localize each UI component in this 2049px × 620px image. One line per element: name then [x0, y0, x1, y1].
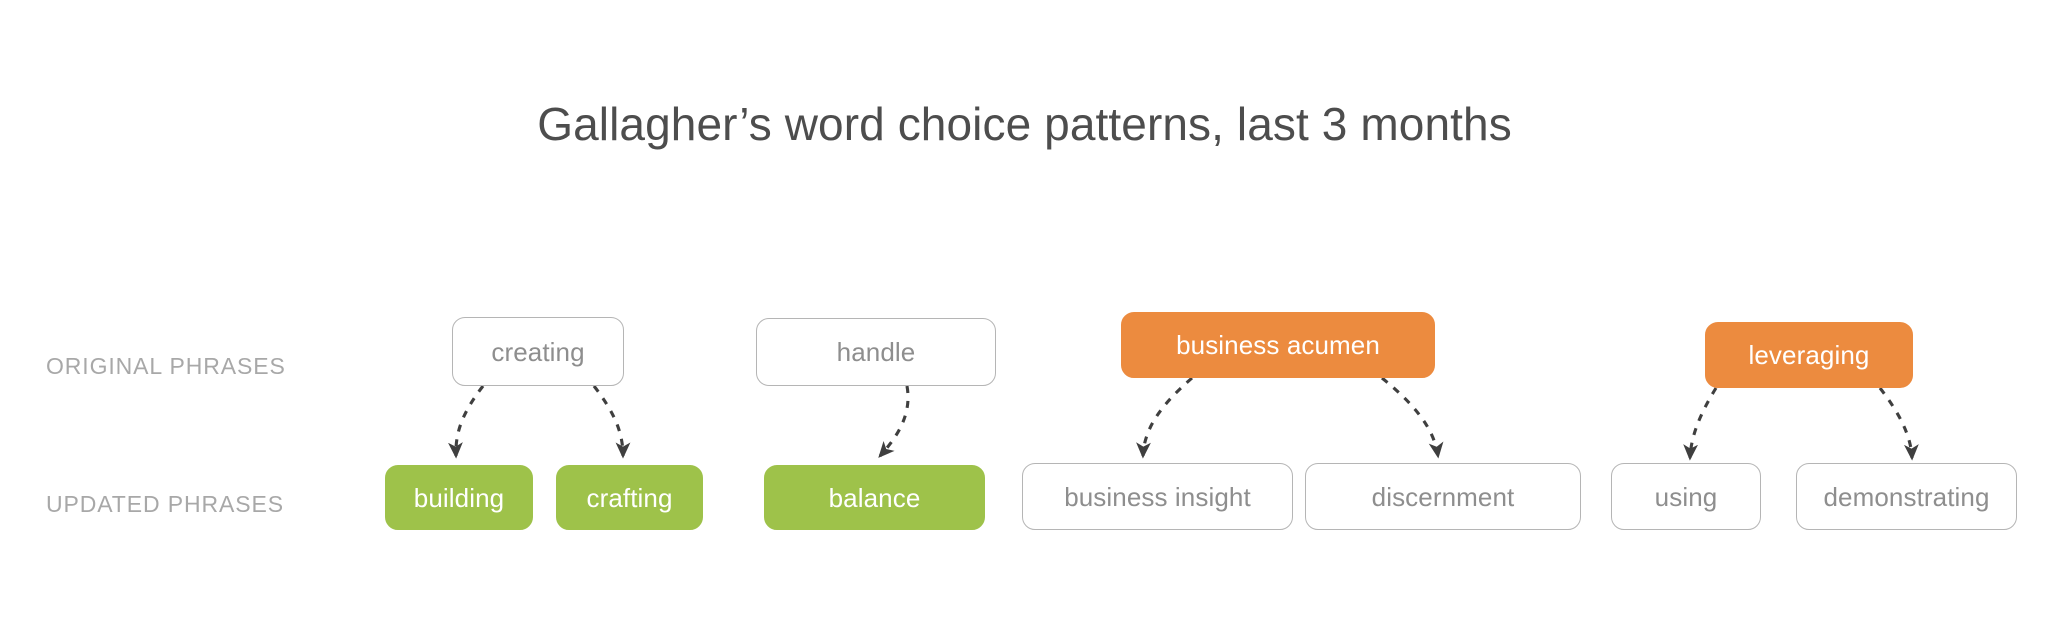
node-building[interactable]: building	[385, 465, 533, 530]
row-label-updated-phrases: UPDATED PHRASES	[46, 491, 285, 517]
node-business-insight-label: business insight	[1064, 481, 1251, 512]
node-business-insight[interactable]: business insight	[1022, 463, 1293, 530]
page-title: Gallagher’s word choice patterns, last 3…	[537, 98, 1512, 150]
node-balance-label: balance	[828, 482, 921, 513]
arrow-business-acumen-to-business-insight	[1136, 376, 1194, 459]
node-using-label: using	[1654, 481, 1718, 512]
node-crafting-label: crafting	[586, 482, 673, 513]
node-leveraging-label: leveraging	[1748, 340, 1870, 370]
arrow-creating-to-crafting	[592, 385, 631, 459]
node-discernment-label: discernment	[1371, 481, 1515, 512]
node-building-label: building	[413, 482, 505, 513]
node-handle-label: handle	[836, 337, 916, 367]
node-balance[interactable]: balance	[764, 465, 985, 530]
arrow-leveraging-to-using	[1683, 387, 1718, 461]
arrow-business-acumen-to-discernment	[1381, 376, 1444, 459]
node-creating[interactable]: creating	[452, 317, 624, 386]
node-using[interactable]: using	[1611, 463, 1761, 530]
node-discernment[interactable]: discernment	[1305, 463, 1581, 530]
node-crafting[interactable]: crafting	[556, 465, 703, 530]
node-demonstrating-label: demonstrating	[1823, 481, 1990, 512]
node-business-acumen-label: business acumen	[1176, 330, 1380, 360]
arrow-creating-to-building	[448, 385, 485, 459]
node-creating-label: creating	[491, 336, 585, 367]
node-business-acumen[interactable]: business acumen	[1121, 312, 1435, 378]
node-demonstrating[interactable]: demonstrating	[1796, 463, 2017, 530]
arrow-handle-to-balance	[878, 385, 910, 458]
diagram-canvas: Gallagher’s word choice patterns, last 3…	[0, 0, 2049, 620]
row-label-original-phrases: ORIGINAL PHRASES	[46, 353, 286, 379]
node-leveraging[interactable]: leveraging	[1705, 322, 1913, 388]
node-handle[interactable]: handle	[756, 318, 996, 386]
arrow-leveraging-to-demonstrating	[1878, 387, 1919, 461]
